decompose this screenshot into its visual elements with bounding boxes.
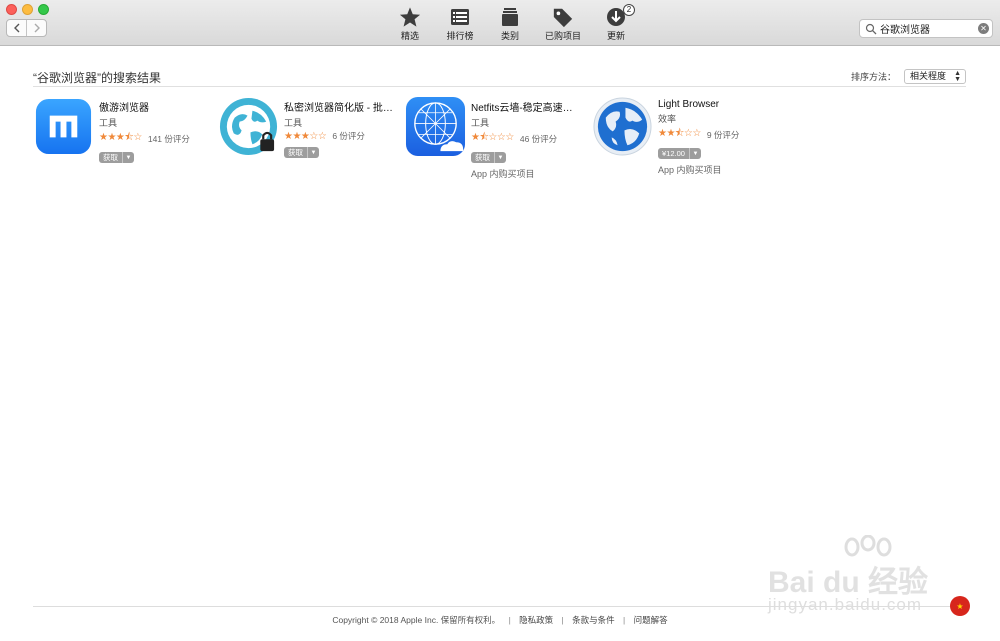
clear-search-icon[interactable]: ✕: [978, 23, 989, 34]
app-name[interactable]: Netfits云墙-稳定高速…: [471, 99, 589, 114]
tab-label: 更新: [606, 31, 625, 41]
select-arrows-icon: ▲ ▼: [954, 70, 961, 83]
footer: Copyright © 2018 Apple Inc. 保留所有权利。 | 隐私…: [0, 614, 1000, 626]
search-field[interactable]: ✕: [859, 19, 993, 38]
get-button[interactable]: 获取 ▼: [99, 152, 134, 163]
tab-categories[interactable]: 类别: [485, 6, 535, 42]
terms-link[interactable]: 条款与条件: [572, 615, 615, 625]
get-button[interactable]: 获取 ▼: [284, 147, 319, 158]
in-app-purchase-note: App 内购买项目: [471, 169, 535, 179]
in-app-purchase-note: App 内购买项目: [658, 165, 722, 175]
sort-select[interactable]: 相关程度 ▲ ▼: [904, 69, 966, 84]
button-label: ¥12.00: [662, 149, 685, 158]
tab-label: 排行榜: [446, 31, 474, 41]
star-icon: [399, 7, 421, 27]
get-button[interactable]: 获取 ▼: [471, 152, 506, 163]
watermark-url: jingyan.baidu.com: [768, 595, 923, 614]
window-zoom-button[interactable]: [38, 4, 49, 15]
button-label: 获取: [475, 153, 490, 162]
tab-label: 类别: [500, 31, 519, 41]
dropdown-caret-icon[interactable]: ▼: [494, 152, 506, 163]
sort-control: 排序方法： 相关程度 ▲ ▼: [851, 69, 966, 84]
category-icon: [502, 8, 518, 26]
copyright-text: Copyright © 2018 Apple Inc. 保留所有权利。: [332, 615, 501, 625]
page-title: “谷歌浏览器”的搜索结果: [33, 71, 161, 85]
app-result-item[interactable]: 傲游浏览器 工具 ★★★⯪☆ 141 份评分 获取 ▼: [33, 96, 218, 166]
app-result-item[interactable]: Light Browser 效率 ★★⯪☆☆ 9 份评分 ¥12.00 ▼ App …: [592, 96, 777, 175]
star-rating: ★★★⯪☆: [99, 132, 142, 143]
app-category: 工具: [284, 118, 303, 128]
rating-count: 141 份评分: [147, 133, 190, 144]
dropdown-caret-icon[interactable]: ▼: [307, 147, 319, 158]
button-label: 获取: [103, 153, 118, 162]
forward-button[interactable]: [26, 20, 46, 36]
chevron-left-icon: [13, 23, 19, 33]
toolbar-tabs: 精选 排行榜 类别 已购项目 2 更新: [380, 4, 641, 42]
rating-count: 9 份评分: [706, 129, 740, 140]
button-label: 获取: [288, 148, 303, 157]
tab-label: 已购项目: [544, 31, 581, 41]
app-name[interactable]: 私密浏览器简化版 - 批…: [284, 99, 402, 114]
rating-count: 6 份评分: [332, 131, 365, 141]
tab-top-charts[interactable]: 排行榜: [435, 6, 485, 42]
sort-value: 相关程度: [910, 71, 947, 81]
divider: [33, 606, 966, 607]
tab-purchased[interactable]: 已购项目: [535, 6, 591, 42]
sort-label: 排序方法：: [850, 72, 896, 82]
private-browser-icon[interactable]: [218, 96, 279, 157]
tab-label: 精选: [400, 31, 419, 41]
app-name[interactable]: Light Browser: [658, 99, 776, 110]
window-close-button[interactable]: [6, 4, 17, 15]
star-rating: ★★★☆☆: [284, 130, 327, 142]
separator: |: [508, 615, 511, 625]
rating-count: 46 份评分: [519, 133, 558, 144]
app-name[interactable]: 傲游浏览器: [99, 99, 217, 114]
watermark: Bai du 经验 jingyan.baidu.com: [768, 535, 948, 615]
list-icon: [451, 9, 469, 25]
search-input[interactable]: [880, 23, 976, 34]
app-result-item[interactable]: 私密浏览器简化版 - 批… 工具 ★★★☆☆ 6 份评分 获取 ▼: [218, 96, 403, 166]
star-rating: ★★⯪☆☆: [658, 128, 701, 139]
faq-link[interactable]: 问题解答: [634, 615, 668, 625]
separator: |: [561, 615, 564, 625]
china-flag-icon[interactable]: ★: [950, 596, 970, 616]
search-icon: [865, 23, 877, 34]
app-category: 效率: [658, 114, 677, 124]
dropdown-caret-icon[interactable]: ▼: [122, 152, 134, 163]
window-minimize-button[interactable]: [22, 4, 33, 15]
navigation-buttons: [6, 19, 47, 37]
tab-featured[interactable]: 精选: [385, 6, 435, 42]
privacy-link[interactable]: 隐私政策: [519, 615, 553, 625]
back-button[interactable]: [7, 20, 26, 36]
updates-badge: 2: [623, 4, 635, 16]
tag-icon: [553, 8, 573, 28]
light-browser-icon[interactable]: [592, 96, 653, 157]
maxthon-icon[interactable]: [33, 96, 94, 157]
netfits-icon[interactable]: [405, 96, 466, 157]
price-button[interactable]: ¥12.00 ▼: [658, 148, 701, 159]
app-category: 工具: [471, 118, 490, 128]
app-category: 工具: [99, 118, 118, 128]
tab-updates[interactable]: 2 更新: [591, 4, 641, 42]
divider: [33, 86, 966, 87]
separator: |: [623, 615, 626, 625]
star-rating: ★⯪☆☆☆: [471, 132, 514, 143]
app-result-item[interactable]: Netfits云墙-稳定高速… 工具 ★⯪☆☆☆ 46 份评分 获取 ▼ App 内…: [405, 96, 590, 179]
toolbar: 精选 排行榜 类别 已购项目 2 更新 ✕: [0, 0, 1000, 46]
dropdown-caret-icon[interactable]: ▼: [688, 148, 701, 159]
chevron-right-icon: [34, 23, 40, 33]
